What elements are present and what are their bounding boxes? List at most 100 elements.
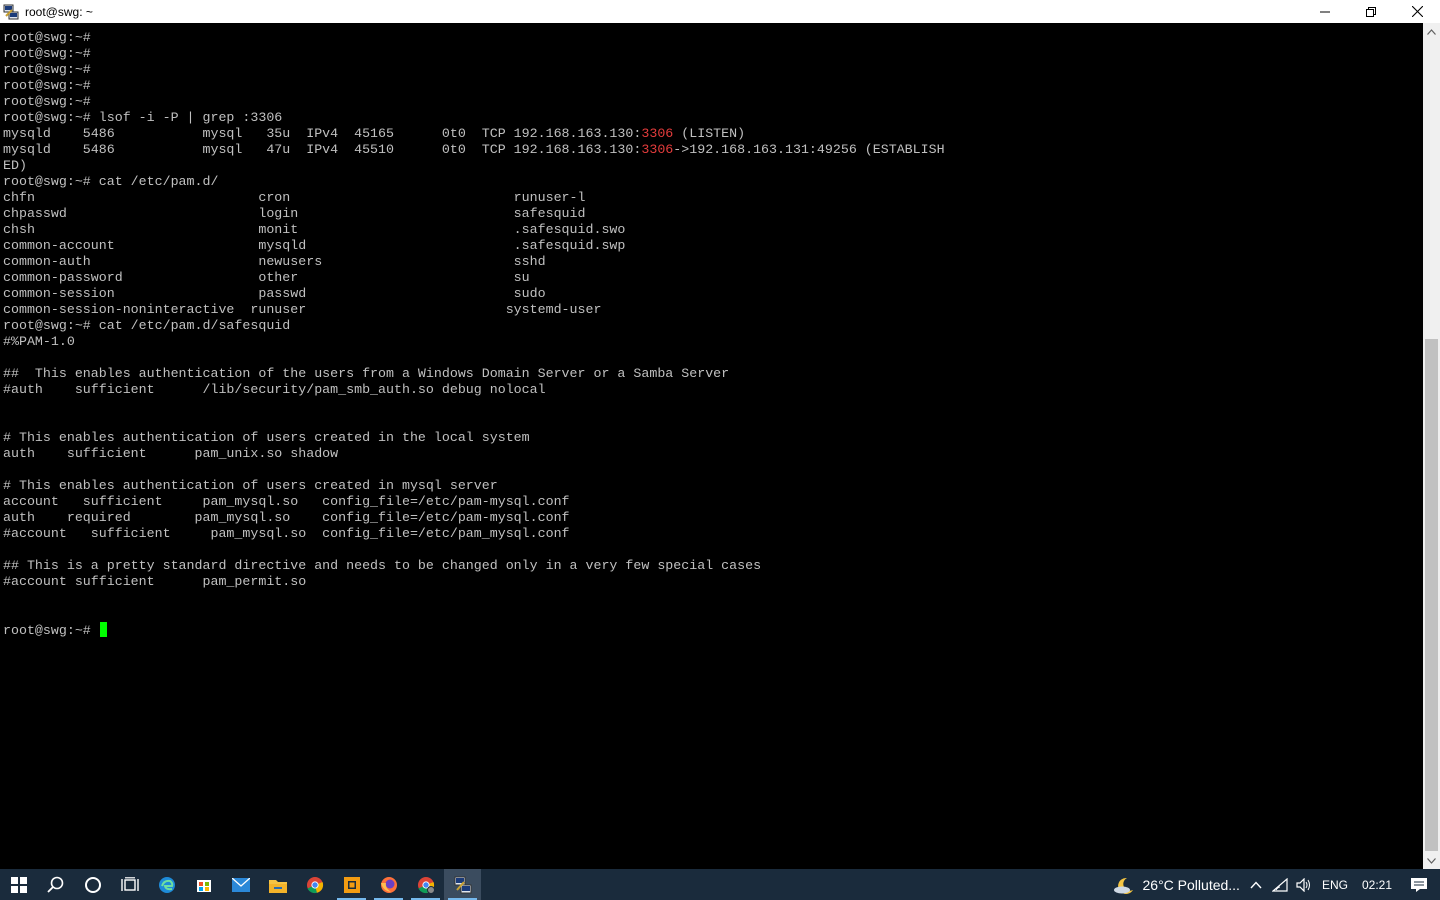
taskbar-firefox[interactable] (370, 869, 407, 900)
terminal-line: #%PAM-1.0 (3, 334, 945, 350)
terminal-text: root@swg:~# (3, 94, 91, 109)
terminal-line: account sufficient pam_mysql.so config_f… (3, 494, 945, 510)
taskbar-chrome-alt[interactable] (407, 869, 444, 900)
app-orange-icon (343, 876, 360, 893)
scroll-thumb[interactable] (1425, 339, 1438, 851)
terminal-line: common-account mysqld .safesquid.swp (3, 238, 945, 254)
chevron-up-icon[interactable] (1250, 880, 1262, 889)
terminal-line: root@swg:~# (3, 78, 945, 94)
terminal-line: auth sufficient pam_unix.so shadow (3, 446, 945, 462)
firefox-icon (380, 876, 397, 893)
terminal-text: root@swg:~# lsof -i -P | grep :3306 (3, 110, 283, 125)
taskbar-putty[interactable] (444, 869, 481, 900)
terminal-text: root@swg:~# (3, 78, 91, 93)
putty-icon (454, 876, 471, 893)
terminal-line: root@swg:~# (3, 46, 945, 62)
terminal-text: ->192.168.163.131:49256 (ESTABLISH (673, 142, 945, 157)
chevron-up-icon (1427, 28, 1436, 35)
terminal-line: common-auth newusers sshd (3, 254, 945, 270)
terminal-line: auth required pam_mysql.so config_file=/… (3, 510, 945, 526)
system-tray: 26°C Polluted... ENG 02:21 (1113, 869, 1440, 900)
terminal-text: ## This enables authentication of the us… (3, 366, 730, 381)
terminal-text: chfn cron runuser-l (3, 190, 586, 205)
terminal-line: # This enables authentication of users c… (3, 430, 945, 446)
terminal-line: ## This enables authentication of the us… (3, 366, 945, 382)
taskbar-mail[interactable] (222, 869, 259, 900)
clock[interactable]: 02:21 (1362, 878, 1392, 892)
terminal-text: root@swg:~# (3, 46, 91, 61)
terminal-line: #account sufficient pam_permit.so (3, 574, 945, 590)
vertical-scrollbar[interactable] (1423, 23, 1440, 869)
close-icon (1411, 6, 1423, 17)
terminal-line: common-session-noninteractive runuser sy… (3, 302, 945, 318)
window-titlebar[interactable]: root@swg: ~ (0, 0, 1440, 23)
terminal-text: #%PAM-1.0 (3, 334, 75, 349)
terminal-text: common-password other su (3, 270, 530, 285)
task-view-button[interactable] (111, 869, 148, 900)
chrome-icon (306, 876, 323, 893)
terminal-text: common-account mysqld .safesquid.swp (3, 238, 626, 253)
restore-icon (1366, 6, 1376, 17)
minimize-button[interactable] (1302, 0, 1348, 23)
terminal-text: (LISTEN) (673, 126, 746, 141)
taskbar-chrome[interactable] (296, 869, 333, 900)
taskbar-edge[interactable] (148, 869, 185, 900)
search-button[interactable] (37, 869, 74, 900)
terminal-line: root@swg:~# (3, 94, 945, 110)
terminal-text: ## This is a pretty standard directive a… (3, 558, 762, 573)
cortana-icon (84, 876, 101, 893)
volume-icon[interactable] (1296, 877, 1312, 892)
terminal-line: root@swg:~# cat /etc/pam.d/safesquid (3, 318, 945, 334)
terminal-text: #account sufficient pam_permit.so (3, 574, 307, 589)
close-button[interactable] (1394, 0, 1440, 23)
terminal-text: root@swg:~# (3, 30, 91, 45)
terminal-line: #auth sufficient /lib/security/pam_smb_a… (3, 382, 945, 398)
terminal-text: root@swg:~# (3, 62, 91, 77)
terminal-text: chpasswd login safesquid (3, 206, 586, 221)
terminal-text: common-auth newusers sshd (3, 254, 546, 269)
task-view-icon (120, 876, 139, 891)
restore-button[interactable] (1348, 0, 1394, 23)
network-icon[interactable] (1271, 877, 1288, 892)
terminal-line: root@swg:~# (3, 622, 945, 638)
taskbar-file-explorer[interactable] (259, 869, 296, 900)
notification-icon[interactable] (1410, 877, 1428, 893)
minimize-icon (1320, 11, 1330, 12)
terminal-line: ED) (3, 158, 945, 174)
taskbar-store[interactable] (185, 869, 222, 900)
window-title: root@swg: ~ (25, 4, 93, 19)
terminal-text: root@swg:~# cat /etc/pam.d/ (3, 174, 219, 189)
weather-text[interactable]: 26°C Polluted... (1143, 877, 1240, 893)
terminal-line: root@swg:~# cat /etc/pam.d/ (3, 174, 945, 190)
terminal-cursor (99, 622, 107, 637)
search-icon (46, 876, 63, 893)
language-indicator[interactable]: ENG (1322, 878, 1348, 892)
start-button[interactable] (0, 869, 37, 900)
terminal-text: # This enables authentication of users c… (3, 478, 498, 493)
terminal-text: auth sufficient pam_unix.so shadow (3, 446, 339, 461)
terminal-text: # This enables authentication of users c… (3, 430, 530, 445)
port-highlight: 3306 (641, 142, 674, 157)
terminal-text: auth required pam_mysql.so config_file=/… (3, 510, 570, 525)
scroll-up-button[interactable] (1423, 23, 1440, 40)
terminal-text: chsh monit .safesquid.swo (3, 222, 626, 237)
terminal-text: account sufficient pam_mysql.so config_f… (3, 494, 570, 509)
terminal-line: common-session passwd sudo (3, 286, 945, 302)
terminal-text: mysqld 5486 mysql 47u IPv4 45510 0t0 TCP… (3, 142, 642, 157)
port-highlight: 3306 (641, 126, 674, 141)
cortana-button[interactable] (74, 869, 111, 900)
taskbar-app-orange[interactable] (333, 869, 370, 900)
terminal-line: mysqld 5486 mysql 35u IPv4 45165 0t0 TCP… (3, 126, 945, 142)
terminal-text: mysqld 5486 mysql 35u IPv4 45165 0t0 TCP… (3, 126, 642, 141)
chrome-alt-icon (417, 876, 435, 894)
weather-icon[interactable] (1113, 876, 1135, 894)
scroll-down-button[interactable] (1423, 852, 1440, 869)
terminal-line: #account sufficient pam_mysql.so config_… (3, 526, 945, 542)
terminal-output[interactable]: root@swg:~# root@swg:~# root@swg:~# root@sw… (0, 23, 1423, 869)
